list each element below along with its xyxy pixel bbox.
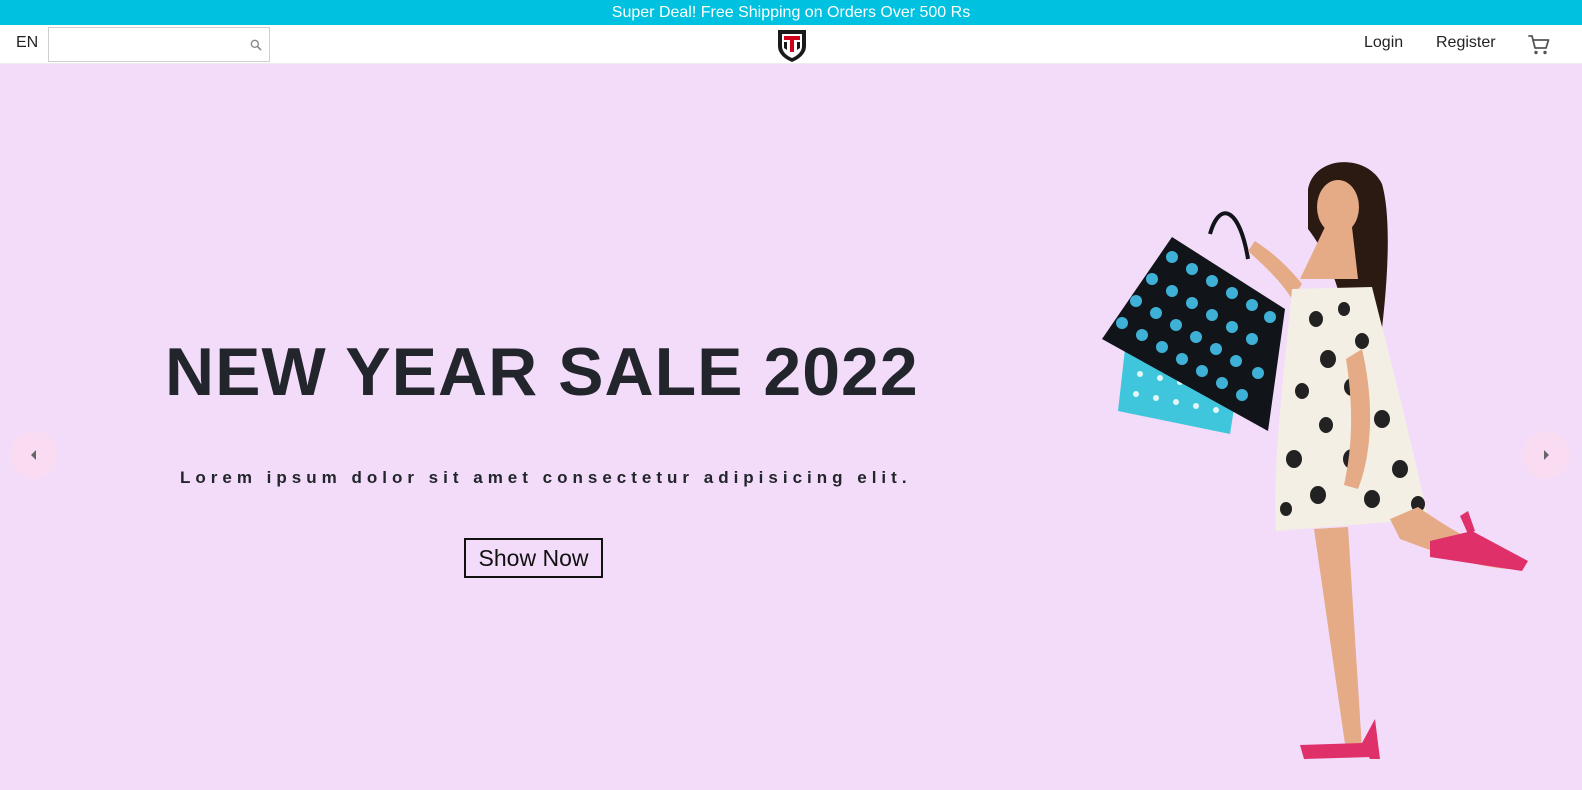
announcement-bar: Super Deal! Free Shipping on Orders Over…	[0, 0, 1582, 25]
hero-model-image	[1102, 162, 1528, 759]
announcement-text: Super Deal! Free Shipping on Orders Over…	[611, 3, 971, 21]
hero-subtitle: Lorem ipsum dolor sit amet consectetur a…	[180, 468, 912, 487]
navbar: EN Login Register	[0, 25, 1582, 64]
prev-slide-button[interactable]	[10, 431, 58, 479]
register-link[interactable]: Register	[1436, 34, 1496, 52]
search-input[interactable]	[49, 28, 239, 61]
chevron-right-icon	[1544, 450, 1549, 460]
chevron-left-icon	[31, 450, 36, 460]
login-link[interactable]: Login	[1364, 34, 1403, 52]
language-selector[interactable]: EN	[16, 34, 38, 52]
show-now-button[interactable]: Show Now	[464, 538, 603, 578]
hero-slider: NEW YEAR SALE 2022 Lorem ipsum dolor sit…	[0, 64, 1582, 790]
next-slide-button[interactable]	[1522, 431, 1570, 479]
logo-icon[interactable]	[775, 26, 809, 63]
hero-title: NEW YEAR SALE 2022	[165, 334, 919, 410]
cart-icon[interactable]	[1527, 33, 1551, 57]
search-icon[interactable]	[249, 38, 263, 52]
search-box	[48, 27, 270, 62]
